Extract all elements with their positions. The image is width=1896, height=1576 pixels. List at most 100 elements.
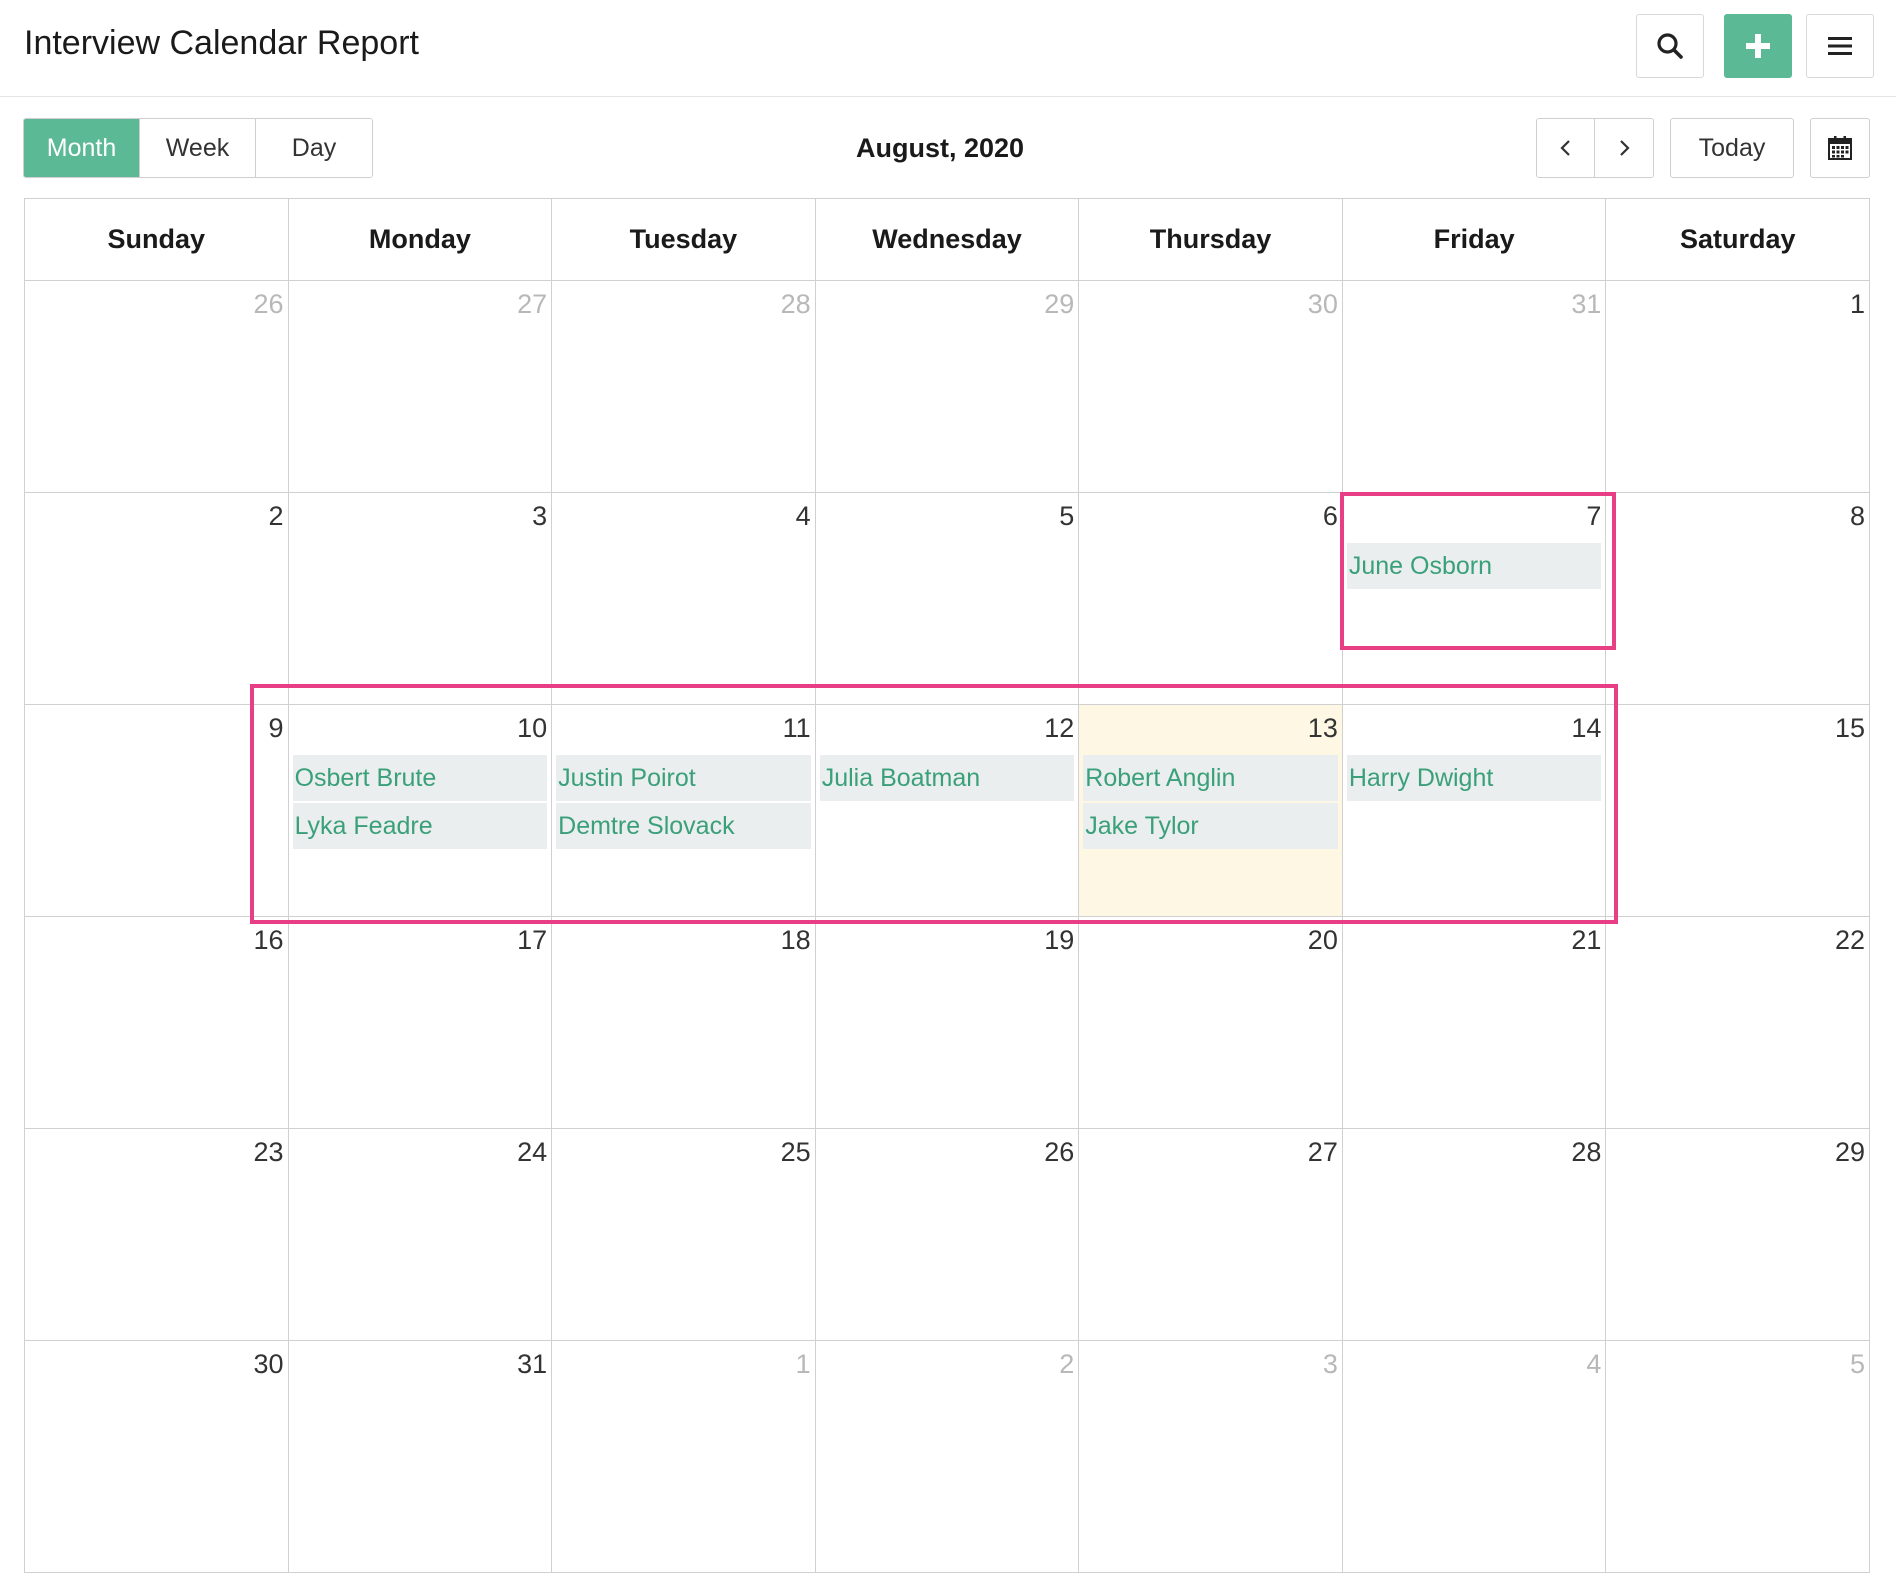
day-cell[interactable]: 27 (288, 281, 553, 493)
today-button[interactable]: Today (1670, 118, 1794, 178)
interview-event[interactable]: Lyka Feadre (292, 803, 548, 849)
day-number: 12 (1044, 713, 1075, 743)
view-day-button[interactable]: Day (256, 119, 372, 177)
day-number: 4 (795, 501, 811, 531)
period-navigation (1536, 118, 1654, 178)
search-icon (1657, 33, 1683, 59)
day-number: 27 (517, 289, 548, 319)
month-calendar-grid: Sunday Monday Tuesday Wednesday Thursday Frid… (24, 198, 1870, 1573)
hamburger-menu-icon (1828, 37, 1852, 55)
day-cell[interactable]: 7 June Osborn (1342, 493, 1607, 705)
week-row: 30 31 1 2 3 4 5 (25, 1341, 1870, 1573)
day-cell[interactable]: 15 (1606, 705, 1870, 917)
weekday-header-wednesday: Wednesday (815, 199, 1080, 281)
day-of-week-header: Sunday Monday Tuesday Wednesday Thursday Frid… (25, 199, 1870, 281)
previous-button[interactable] (1537, 119, 1595, 177)
day-cell[interactable]: 29 (1606, 1129, 1870, 1341)
day-number: 9 (268, 713, 284, 743)
interview-event[interactable]: Osbert Brute (292, 755, 548, 801)
day-cell[interactable]: 14 Harry Dwight (1342, 705, 1607, 917)
day-number: 3 (532, 501, 548, 531)
day-number: 6 (1322, 501, 1338, 531)
day-cell[interactable]: 21 (1342, 917, 1607, 1129)
day-cell[interactable]: 19 (815, 917, 1080, 1129)
add-button[interactable] (1724, 14, 1792, 78)
day-cell[interactable]: 8 (1606, 493, 1870, 705)
day-number: 30 (1307, 289, 1338, 319)
view-week-button[interactable]: Week (140, 119, 256, 177)
search-button[interactable] (1636, 14, 1704, 78)
week-row: 9 10 Osbert Brute Lyka Feadre 11 Justin Poiro… (25, 705, 1870, 917)
day-cell[interactable]: 9 (25, 705, 289, 917)
day-cell[interactable]: 26 (25, 281, 289, 493)
day-cell[interactable]: 25 (552, 1129, 816, 1341)
calendar-weeks: 26 27 28 29 30 31 1 2 3 4 5 6 7 June Osborn 8 9 10 Osbert… (25, 281, 1870, 1573)
day-number: 5 (1849, 1349, 1865, 1379)
day-cell[interactable]: 4 (1342, 1341, 1607, 1573)
day-cell[interactable]: 6 (1079, 493, 1343, 705)
chevron-right-icon (1620, 140, 1630, 156)
day-number: 28 (1571, 1137, 1602, 1167)
interview-event[interactable]: Julia Boatman (819, 755, 1075, 801)
interview-event[interactable]: Demtre Slovack (556, 803, 811, 849)
day-number: 7 (1586, 501, 1602, 531)
page-title: Interview Calendar Report (24, 24, 419, 62)
day-cell[interactable]: 28 (552, 281, 816, 493)
interview-event[interactable]: Justin Poirot (556, 755, 811, 801)
day-number: 3 (1322, 1349, 1338, 1379)
day-number: 14 (1571, 713, 1602, 743)
day-cell[interactable]: 5 (1606, 1341, 1870, 1573)
day-cell[interactable]: 20 (1079, 917, 1343, 1129)
day-cell[interactable]: 29 (815, 281, 1080, 493)
menu-button[interactable] (1806, 14, 1874, 78)
date-picker-button[interactable] (1810, 118, 1870, 178)
day-number: 27 (1307, 1137, 1338, 1167)
week-row: 16 17 18 19 20 21 22 (25, 917, 1870, 1129)
day-number: 2 (1059, 1349, 1075, 1379)
weekday-header-monday: Monday (288, 199, 553, 281)
day-cell[interactable]: 28 (1342, 1129, 1607, 1341)
day-cell[interactable]: 16 (25, 917, 289, 1129)
day-number: 8 (1849, 501, 1865, 531)
interview-event[interactable]: Robert Anglin (1083, 755, 1338, 801)
interview-event[interactable]: June Osborn (1346, 543, 1602, 589)
day-cell[interactable]: 26 (815, 1129, 1080, 1341)
day-cell[interactable]: 31 (1342, 281, 1607, 493)
day-cell[interactable]: 4 (552, 493, 816, 705)
day-cell[interactable]: 17 (288, 917, 553, 1129)
day-cell[interactable]: 23 (25, 1129, 289, 1341)
weekday-header-friday: Friday (1342, 199, 1607, 281)
day-cell[interactable]: 18 (552, 917, 816, 1129)
week-row: 26 27 28 29 30 31 1 (25, 281, 1870, 493)
day-cell[interactable]: 1 (1606, 281, 1870, 493)
view-month-button[interactable]: Month (24, 119, 140, 177)
interview-event[interactable]: Harry Dwight (1346, 755, 1602, 801)
day-number: 1 (1849, 289, 1865, 319)
day-cell[interactable]: 2 (25, 493, 289, 705)
next-button[interactable] (1595, 119, 1653, 177)
day-number: 24 (517, 1137, 548, 1167)
day-cell[interactable]: 11 Justin Poirot Demtre Slovack (552, 705, 816, 917)
day-number: 13 (1307, 713, 1338, 743)
day-number: 26 (253, 289, 284, 319)
day-cell[interactable]: 30 (1079, 281, 1343, 493)
day-number: 10 (517, 713, 548, 743)
day-cell[interactable]: 31 (288, 1341, 553, 1573)
weekday-header-thursday: Thursday (1079, 199, 1343, 281)
day-number: 30 (253, 1349, 284, 1379)
day-cell[interactable]: 1 (552, 1341, 816, 1573)
day-cell-today[interactable]: 13 Robert Anglin Jake Tylor (1079, 705, 1343, 917)
day-cell[interactable]: 3 (288, 493, 553, 705)
day-cell[interactable]: 22 (1606, 917, 1870, 1129)
day-cell[interactable]: 12 Julia Boatman (815, 705, 1080, 917)
weekday-header-tuesday: Tuesday (552, 199, 816, 281)
day-cell[interactable]: 2 (815, 1341, 1080, 1573)
interview-event[interactable]: Jake Tylor (1083, 803, 1338, 849)
day-cell[interactable]: 3 (1079, 1341, 1343, 1573)
day-cell[interactable]: 30 (25, 1341, 289, 1573)
day-number: 4 (1586, 1349, 1602, 1379)
day-cell[interactable]: 24 (288, 1129, 553, 1341)
day-cell[interactable]: 10 Osbert Brute Lyka Feadre (288, 705, 553, 917)
day-cell[interactable]: 27 (1079, 1129, 1343, 1341)
day-cell[interactable]: 5 (815, 493, 1080, 705)
